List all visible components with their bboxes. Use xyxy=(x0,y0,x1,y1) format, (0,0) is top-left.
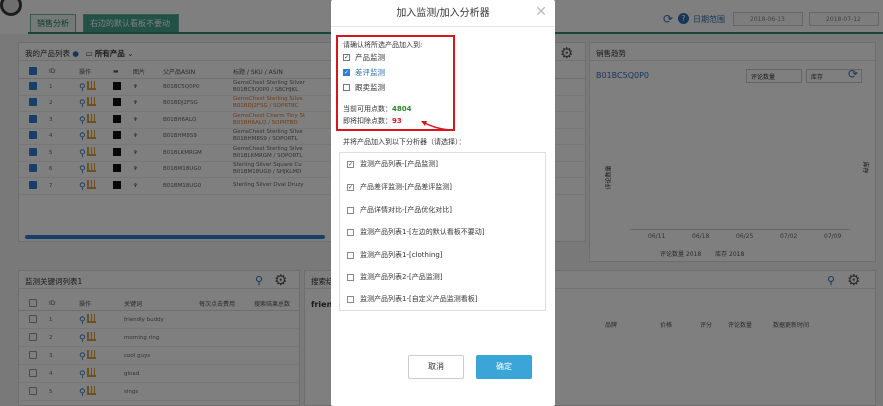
checkbox[interactable]: ✓ xyxy=(347,183,354,191)
points-deduct-value: 93 xyxy=(392,117,402,125)
points-available-label: 当前可用点数： xyxy=(343,105,392,113)
analyzer-item[interactable]: 监测产品列表2-[产品监测] xyxy=(347,272,442,282)
option-label: 产品监测 xyxy=(355,53,385,62)
checkbox[interactable] xyxy=(343,84,350,91)
analyzer-label: 产品详情对比-[产品优化对比] xyxy=(360,206,452,214)
checkbox[interactable] xyxy=(347,295,354,303)
points-deduct-label: 即将扣除点数： xyxy=(343,117,392,125)
dialog-title: 加入监测/加入分析器 xyxy=(331,0,555,27)
analyzer-item[interactable]: 监测产品列表1-[自定义产品监测看板] xyxy=(347,294,477,304)
analyzer-item[interactable]: 产品详情对比-[产品优化对比] xyxy=(347,205,452,215)
checkbox[interactable] xyxy=(347,228,354,236)
analyzer-label: 产品差评监测-[产品差评监测] xyxy=(360,183,452,191)
points-available-value: 4804 xyxy=(392,105,412,113)
checkbox[interactable]: ✓ xyxy=(347,160,354,168)
option-label: 跟卖监测 xyxy=(355,83,385,92)
analyzer-list: ✓ 监测产品列表-[产品监测] ✓ 产品差评监测-[产品差评监测] 产品详情对比-[… xyxy=(339,152,546,311)
analyzer-item[interactable]: ✓ 产品差评监测-[产品差评监测] xyxy=(347,182,452,192)
analyzer-item[interactable]: 监测产品列表1-[左边的默认看板不要动] xyxy=(347,227,484,237)
analyzer-item[interactable]: ✓ 监测产品列表-[产品监测] xyxy=(347,159,438,169)
cancel-button[interactable]: 取消 xyxy=(408,355,464,379)
analyzer-item[interactable]: 监测产品列表1-[clothing] xyxy=(347,250,443,260)
checkbox[interactable]: ✓ xyxy=(343,54,350,61)
option-product-monitor[interactable]: ✓ 产品监测 xyxy=(343,52,385,63)
checkbox[interactable]: ✓ xyxy=(343,69,350,76)
option-follow-sell-monitor[interactable]: 跟卖监测 xyxy=(343,82,385,93)
checkbox[interactable] xyxy=(347,251,354,259)
option-label: 差评监测 xyxy=(355,68,385,77)
option-review-monitor[interactable]: ✓ 差评监测 xyxy=(343,67,385,78)
analyzer-label: 监测产品列表1-[自定义产品监测看板] xyxy=(360,295,478,303)
analyzer-label: 监测产品列表1-[左边的默认看板不要动] xyxy=(360,228,485,236)
confirm-prompt: 请确认将所选产品加入到: xyxy=(343,41,423,49)
confirm-button[interactable]: 确定 xyxy=(476,355,532,379)
analyzer-label: 监测产品列表2-[产品监测] xyxy=(360,273,443,281)
analyzer-label: 监测产品列表1-[clothing] xyxy=(360,251,443,259)
close-icon[interactable]: ✕ xyxy=(535,4,547,20)
points-available: 当前可用点数：4804 xyxy=(343,104,411,114)
checkbox[interactable] xyxy=(347,273,354,281)
analyzer-prompt: 并将产品加入到以下分析器（请选择）： xyxy=(343,138,466,146)
add-to-monitor-dialog: 加入监测/加入分析器 ✕ 请确认将所选产品加入到: ✓ 产品监测 ✓ 差评监测 跟卖… xyxy=(331,0,555,406)
checkbox[interactable] xyxy=(347,206,354,214)
points-deduct: 即将扣除点数：93 xyxy=(343,116,402,126)
analyzer-label: 监测产品列表-[产品监测] xyxy=(360,160,438,168)
annotation-arrow-icon xyxy=(421,121,456,131)
